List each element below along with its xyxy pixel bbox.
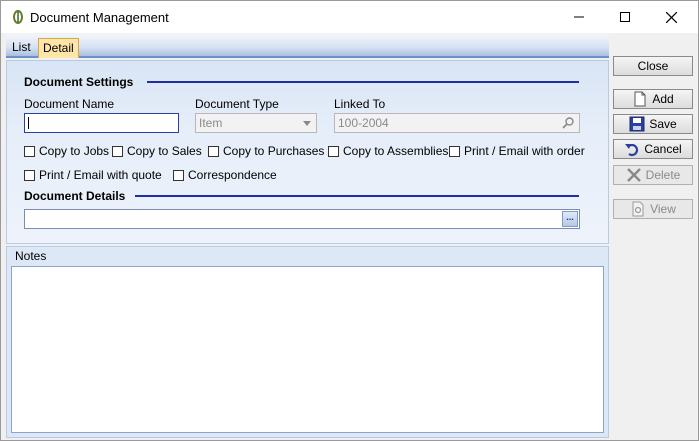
tab-list[interactable]: List: [8, 38, 35, 58]
checkbox-label: Copy to Assemblies: [343, 144, 449, 158]
checkbox-box: [24, 169, 35, 181]
notes-label: Notes: [15, 249, 47, 263]
save-button-label: Save: [649, 117, 677, 131]
close-window-button[interactable]: [648, 1, 694, 33]
checkbox-label: Copy to Purchases: [223, 144, 325, 158]
add-button[interactable]: Add: [613, 89, 693, 109]
checkbox-label: Print / Email with quote: [39, 168, 162, 182]
title-bar: Document Management: [1, 1, 698, 33]
checkbox-label: Copy to Jobs: [39, 144, 110, 158]
chevron-down-icon: [303, 121, 311, 126]
section-divider: [147, 81, 579, 83]
document-path-input[interactable]: ...: [24, 209, 580, 229]
close-icon: [665, 11, 677, 23]
cancel-button[interactable]: Cancel: [613, 139, 693, 159]
checkbox-box: [173, 169, 184, 181]
checkbox-label: Correspondence: [188, 168, 277, 182]
delete-button-label: Delete: [645, 168, 681, 182]
correspondence-checkbox[interactable]: Correspondence: [173, 168, 277, 182]
add-button-label: Add: [652, 92, 674, 106]
undo-icon: [625, 143, 639, 157]
linked-to-input[interactable]: 100-2004: [334, 113, 580, 133]
print-email-with-order-checkbox[interactable]: Print / Email with order: [449, 144, 585, 158]
linked-to-label: Linked To: [334, 97, 386, 111]
cancel-button-label: Cancel: [644, 142, 682, 156]
delete-button[interactable]: Delete: [613, 165, 693, 185]
browse-button[interactable]: ...: [562, 211, 578, 227]
tab-detail[interactable]: Detail: [38, 38, 79, 58]
document-type-select[interactable]: Item: [195, 113, 317, 133]
close-button[interactable]: Close: [613, 56, 693, 76]
view-document-icon: [632, 201, 644, 217]
search-icon: [562, 117, 574, 129]
document-name-label: Document Name: [24, 97, 115, 111]
notes-textarea[interactable]: [11, 266, 604, 433]
app-icon: [13, 10, 23, 24]
document-management-window: Document Management List Detail Document…: [0, 0, 699, 441]
text-caret: [28, 117, 29, 129]
checkbox-box: [112, 145, 123, 157]
minimize-icon: [574, 16, 584, 18]
delete-x-icon: [626, 168, 641, 182]
linked-to-value: 100-2004: [338, 116, 389, 130]
document-name-input[interactable]: [24, 113, 179, 133]
maximize-icon: [620, 12, 630, 22]
view-button-label: View: [650, 202, 676, 216]
minimize-button[interactable]: [556, 1, 602, 33]
copy-to-assemblies-checkbox[interactable]: Copy to Assemblies: [328, 144, 448, 158]
view-button[interactable]: View: [613, 199, 693, 219]
maximize-button[interactable]: [602, 1, 648, 33]
document-details-heading: Document Details: [24, 189, 126, 203]
section-divider: [135, 195, 579, 197]
copy-to-purchases-checkbox[interactable]: Copy to Purchases: [208, 144, 324, 158]
document-settings-heading: Document Settings: [24, 75, 134, 89]
new-document-icon: [634, 91, 646, 107]
checkbox-box: [449, 145, 460, 157]
notes-panel: Notes: [6, 246, 609, 438]
copy-to-sales-checkbox[interactable]: Copy to Sales: [112, 144, 202, 158]
checkbox-box: [24, 145, 35, 157]
checkbox-box: [328, 145, 339, 157]
close-button-label: Close: [637, 59, 669, 73]
tab-strip: List Detail: [6, 34, 609, 58]
checkbox-label: Copy to Sales: [127, 144, 202, 158]
main-content: List Detail Document Settings Document N…: [6, 34, 609, 438]
checkbox-box: [208, 145, 219, 157]
window-title: Document Management: [30, 10, 169, 25]
floppy-disk-icon: [629, 116, 645, 132]
document-type-value: Item: [199, 116, 223, 130]
save-button[interactable]: Save: [613, 114, 693, 134]
detail-panel: Document Settings Document Name Document…: [6, 60, 609, 244]
copy-to-jobs-checkbox[interactable]: Copy to Jobs: [24, 144, 109, 158]
document-type-label: Document Type: [195, 97, 279, 111]
print-email-with-quote-checkbox[interactable]: Print / Email with quote: [24, 168, 162, 182]
checkbox-label: Print / Email with order: [464, 144, 585, 158]
